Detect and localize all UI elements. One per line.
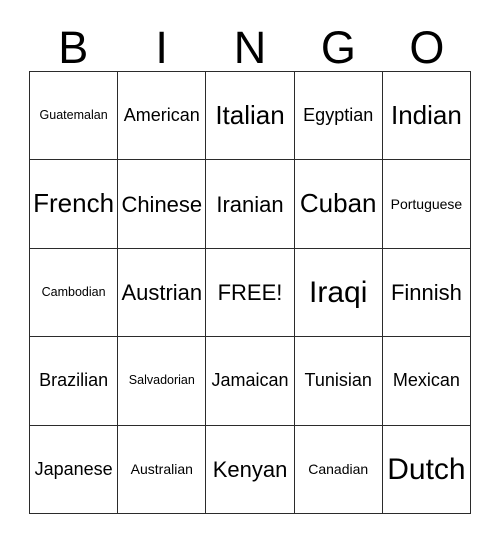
bingo-header-letter-g: G bbox=[320, 22, 356, 73]
bingo-cell[interactable]: Egyptian bbox=[294, 72, 383, 161]
bingo-cell-label: Finnish bbox=[390, 279, 462, 305]
bingo-cell[interactable]: Indian bbox=[382, 72, 472, 161]
bingo-cell-label: American bbox=[123, 105, 200, 126]
bingo-cell-label: Italian bbox=[215, 100, 285, 131]
bingo-cell-label: Tunisian bbox=[304, 370, 372, 391]
bingo-row: Brazilian Salvadorian Jamaican Tunisian … bbox=[30, 337, 472, 426]
bingo-free-label: FREE! bbox=[217, 279, 283, 305]
bingo-header-letter-o: O bbox=[409, 22, 445, 73]
bingo-cell-label: Jamaican bbox=[211, 370, 289, 391]
bingo-cell[interactable]: Kenyan bbox=[206, 425, 295, 515]
bingo-cell[interactable]: Tunisian bbox=[294, 337, 383, 426]
bingo-header-row: B I N G O bbox=[29, 17, 471, 71]
bingo-cell[interactable]: Guatemalan bbox=[30, 72, 119, 161]
bingo-card: B I N G O Guatemalan American Italian Eg… bbox=[0, 0, 500, 544]
bingo-grid: Guatemalan American Italian Egyptian Ind… bbox=[29, 71, 472, 515]
bingo-cell-label: Dutch bbox=[387, 452, 466, 486]
bingo-cell[interactable]: Salvadorian bbox=[118, 337, 207, 426]
bingo-row: French Chinese Iranian Cuban Portuguese bbox=[30, 160, 472, 249]
bingo-cell-label: Guatemalan bbox=[39, 108, 108, 123]
bingo-cell[interactable]: Cuban bbox=[294, 160, 383, 249]
bingo-cell[interactable]: Iranian bbox=[206, 160, 295, 249]
bingo-cell[interactable]: Australian bbox=[118, 425, 207, 515]
bingo-cell-label: Canadian bbox=[308, 460, 369, 477]
bingo-cell-label: Brazilian bbox=[39, 370, 109, 391]
bingo-cell-label: Salvadorian bbox=[128, 373, 195, 388]
bingo-row: Guatemalan American Italian Egyptian Ind… bbox=[30, 72, 472, 161]
bingo-cell[interactable]: Italian bbox=[206, 72, 295, 161]
bingo-cell[interactable]: Brazilian bbox=[30, 337, 119, 426]
bingo-cell-label: Austrian bbox=[121, 279, 203, 305]
bingo-cell-label: Egyptian bbox=[303, 105, 374, 126]
bingo-cell[interactable]: Chinese bbox=[118, 160, 207, 249]
bingo-cell[interactable]: Canadian bbox=[294, 425, 383, 515]
bingo-cell[interactable]: Austrian bbox=[118, 248, 207, 338]
bingo-cell-label: Kenyan bbox=[212, 456, 288, 482]
bingo-cell[interactable]: Iraqi bbox=[294, 248, 383, 338]
bingo-cell[interactable]: Jamaican bbox=[206, 337, 295, 426]
bingo-cell-label: Chinese bbox=[121, 191, 203, 217]
bingo-cell-label: French bbox=[33, 188, 115, 219]
bingo-row: Japanese Australian Kenyan Canadian Dutc… bbox=[30, 425, 472, 515]
bingo-header-letter-n: N bbox=[233, 22, 267, 73]
bingo-cell[interactable]: Mexican bbox=[382, 337, 472, 426]
bingo-cell-label: Indian bbox=[390, 100, 462, 131]
bingo-header-letter-b: B bbox=[58, 22, 89, 73]
bingo-cell-label: Portuguese bbox=[390, 195, 463, 212]
bingo-cell[interactable]: Finnish bbox=[382, 248, 472, 338]
bingo-cell-label: Australian bbox=[130, 460, 193, 477]
bingo-cell[interactable]: Dutch bbox=[382, 425, 472, 515]
bingo-cell-label: Mexican bbox=[392, 370, 460, 391]
bingo-cell-label: Cuban bbox=[299, 188, 377, 219]
bingo-cell-free[interactable]: FREE! bbox=[206, 248, 295, 338]
bingo-cell[interactable]: Portuguese bbox=[382, 160, 472, 249]
bingo-cell-label: Cambodian bbox=[41, 284, 106, 299]
bingo-cell[interactable]: Cambodian bbox=[30, 248, 119, 338]
bingo-header-letter-i: I bbox=[155, 22, 168, 73]
bingo-cell[interactable]: American bbox=[118, 72, 207, 161]
bingo-row: Cambodian Austrian FREE! Iraqi Finnish bbox=[30, 248, 472, 338]
bingo-cell-label: Iraqi bbox=[309, 275, 368, 309]
bingo-cell[interactable]: Japanese bbox=[30, 425, 119, 515]
bingo-cell[interactable]: French bbox=[30, 160, 119, 249]
bingo-cell-label: Iranian bbox=[216, 191, 284, 217]
bingo-cell-label: Japanese bbox=[34, 458, 113, 479]
